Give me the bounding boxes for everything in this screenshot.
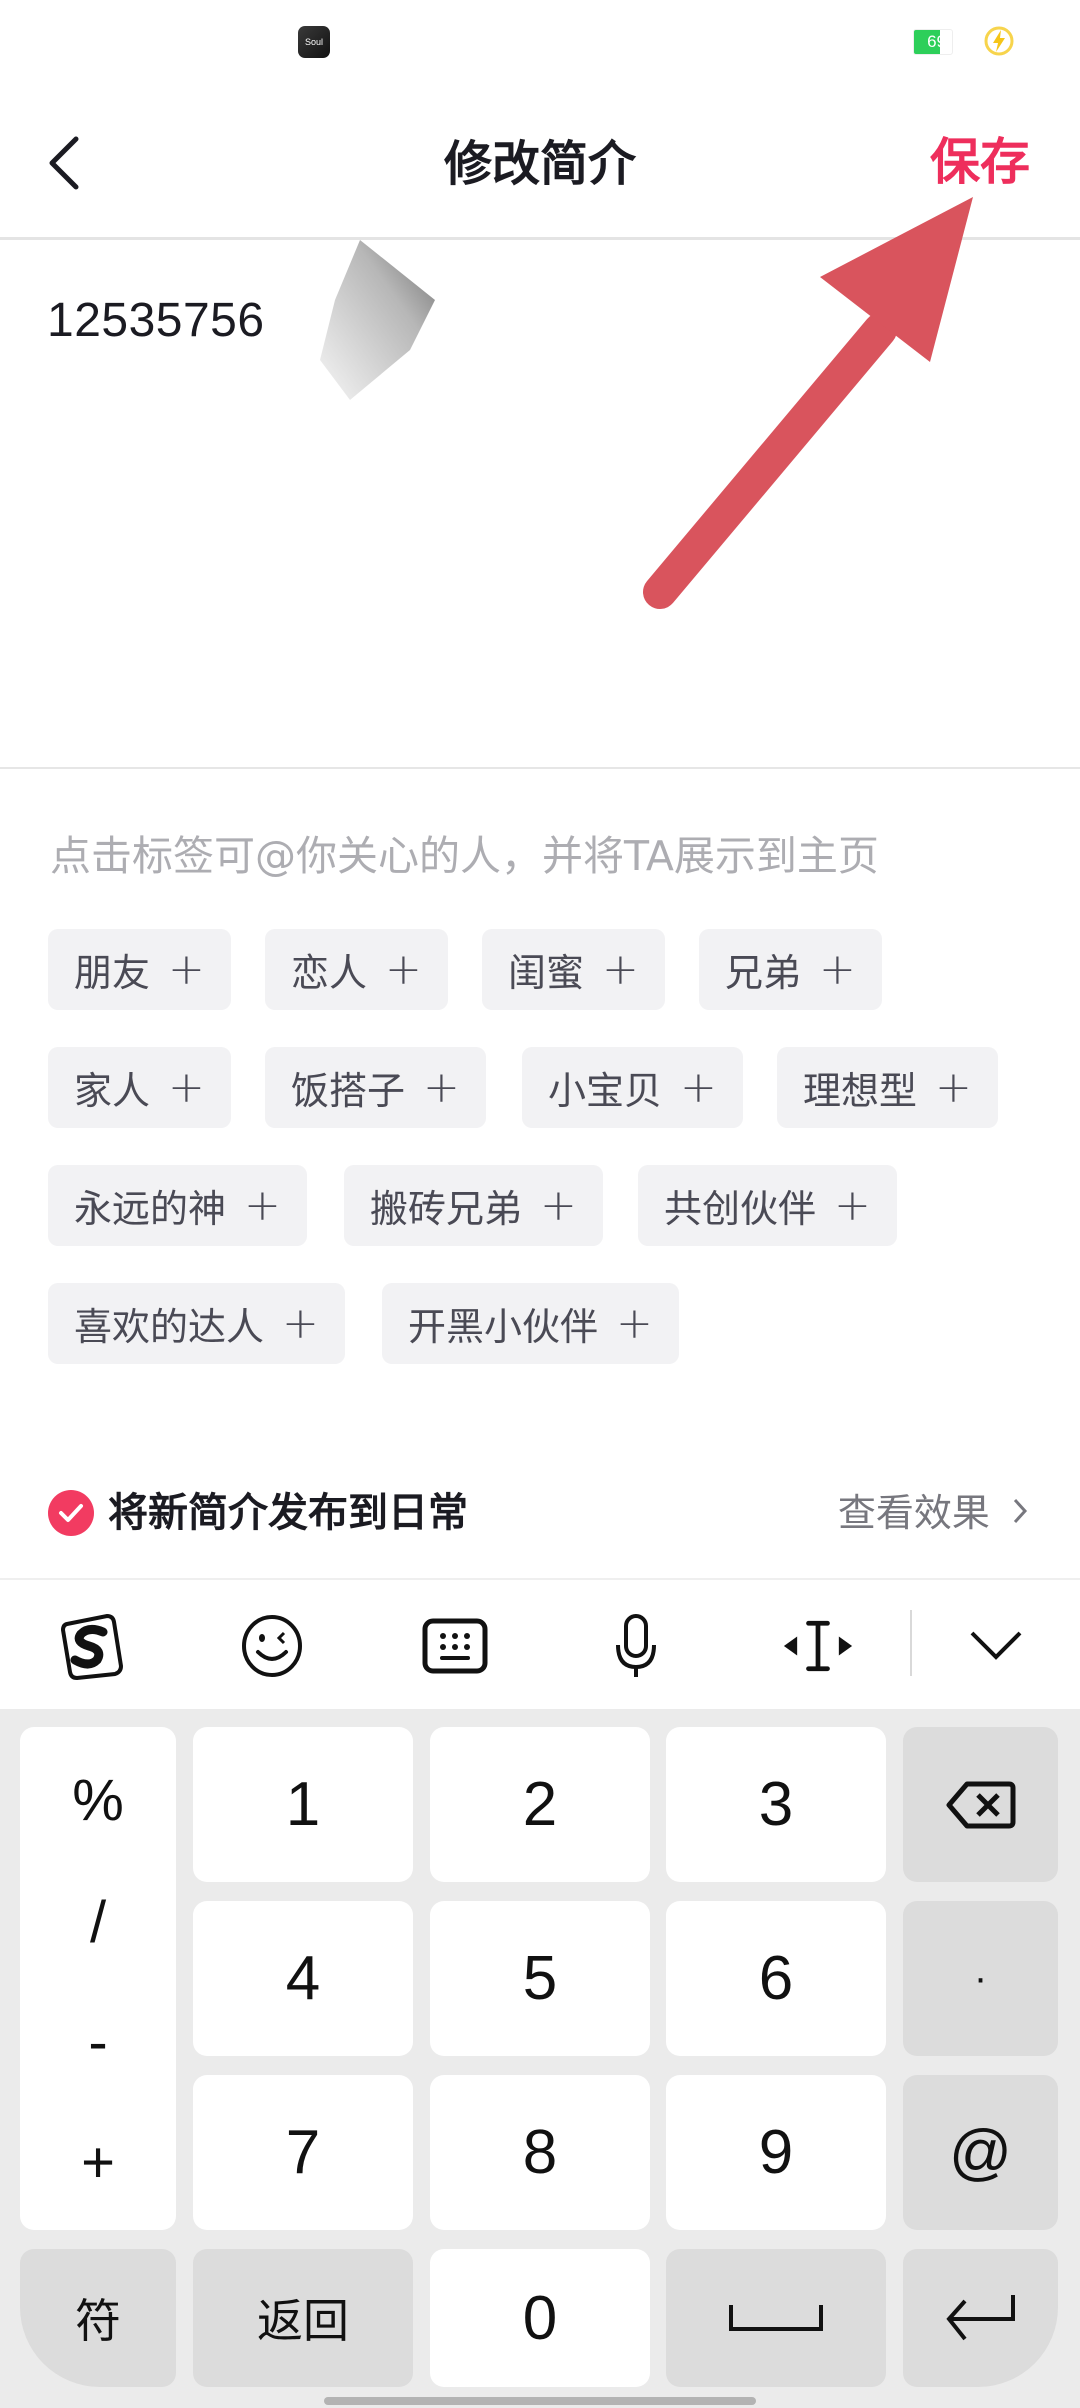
tag-chip[interactable]: 兄弟 + <box>699 929 882 1010</box>
backspace-key[interactable] <box>903 1727 1058 1882</box>
enter-key[interactable] <box>903 2249 1058 2387</box>
tag-chip[interactable]: 喜欢的达人 + <box>48 1283 345 1364</box>
plus-icon: + <box>935 1061 972 1113</box>
tag-label: 理想型 <box>803 1069 918 1113</box>
tag-chip[interactable]: 永远的神 + <box>48 1165 307 1246</box>
chevron-right-icon <box>1012 1485 1028 1541</box>
view-effect-label: 查看效果 <box>837 1491 990 1535</box>
tags-hint: 点击标签可@你关心的人，并将TA展示到主页 <box>50 832 879 880</box>
tag-chip[interactable]: 开黑小伙伴 + <box>382 1283 679 1364</box>
tag-label: 喜欢的达人 <box>74 1305 265 1349</box>
key-6[interactable]: 6 <box>666 1901 886 2056</box>
key-at[interactable]: @ <box>903 2075 1058 2230</box>
tag-chip[interactable]: 朋友 + <box>48 929 231 1010</box>
key-2[interactable]: 2 <box>430 1727 650 1882</box>
key-dot[interactable]: · <box>903 1901 1058 2056</box>
checkmark-icon <box>59 1504 83 1522</box>
cursor-move-icon[interactable] <box>782 1610 854 1682</box>
plus-icon: + <box>540 1179 577 1231</box>
plus-icon: + <box>616 1297 653 1349</box>
enter-icon <box>945 2295 1015 2341</box>
space-key[interactable] <box>666 2249 886 2387</box>
plus-icon: + <box>282 1297 319 1349</box>
tag-label: 饭搭子 <box>291 1069 406 1113</box>
plus-icon: + <box>680 1061 717 1113</box>
tag-label: 家人 <box>74 1069 151 1113</box>
tag-label: 闺蜜 <box>508 951 585 995</box>
emoji-icon[interactable] <box>236 1610 308 1682</box>
key-8[interactable]: 8 <box>430 2075 650 2230</box>
key-1[interactable]: 1 <box>193 1727 413 1882</box>
symbols-key[interactable]: 符 <box>20 2249 176 2387</box>
publish-label: 将新简介发布到日常 <box>108 1490 468 1536</box>
key-0[interactable]: 0 <box>430 2249 650 2387</box>
key-9[interactable]: 9 <box>666 2075 886 2230</box>
sogou-logo-icon[interactable] <box>55 1610 127 1682</box>
microphone-icon[interactable] <box>600 1610 672 1682</box>
tag-label: 搬砖兄弟 <box>370 1187 523 1231</box>
plus-icon: + <box>168 943 205 995</box>
toolbar-separator <box>910 1610 912 1676</box>
tag-label: 共创伙伴 <box>664 1187 817 1231</box>
tag-chip[interactable]: 闺蜜 + <box>482 929 665 1010</box>
key-minus[interactable]: - <box>20 2009 176 2076</box>
key-4[interactable]: 4 <box>193 1901 413 2056</box>
key-plus[interactable]: + <box>20 2129 176 2196</box>
key-slash[interactable]: / <box>20 1889 176 1956</box>
space-icon <box>729 2305 823 2331</box>
tag-label: 兄弟 <box>725 951 802 995</box>
key-percent[interactable]: % <box>20 1767 176 1834</box>
plus-icon: + <box>244 1179 281 1231</box>
tag-label: 开黑小伙伴 <box>408 1305 599 1349</box>
view-effect-link[interactable]: 查看效果 <box>838 1485 1028 1541</box>
backspace-icon <box>946 1781 1015 1828</box>
tag-chip[interactable]: 理想型 + <box>777 1047 998 1128</box>
tag-chip[interactable]: 家人 + <box>48 1047 231 1128</box>
tag-chip[interactable]: 饭搭子 + <box>265 1047 486 1128</box>
tag-chip[interactable]: 搬砖兄弟 + <box>344 1165 603 1246</box>
plus-icon: + <box>385 943 422 995</box>
tag-label: 永远的神 <box>74 1187 227 1231</box>
key-5[interactable]: 5 <box>430 1901 650 2056</box>
plus-icon: + <box>834 1179 871 1231</box>
plus-icon: + <box>602 943 639 995</box>
tag-label: 小宝贝 <box>548 1069 663 1113</box>
tag-label: 恋人 <box>291 951 368 995</box>
plus-icon: + <box>168 1061 205 1113</box>
home-indicator[interactable] <box>324 2397 756 2405</box>
collapse-chevron-icon[interactable] <box>960 1610 1032 1682</box>
bio-divider <box>0 767 1080 769</box>
keyboard-icon[interactable] <box>419 1610 491 1682</box>
tag-label: 朋友 <box>74 951 151 995</box>
keyboard-toolbar <box>0 1578 1080 1711</box>
plus-icon: + <box>423 1061 460 1113</box>
plus-icon: + <box>819 943 856 995</box>
tag-chip[interactable]: 共创伙伴 + <box>638 1165 897 1246</box>
key-3[interactable]: 3 <box>666 1727 886 1882</box>
symbol-column[interactable]: % / - + <box>20 1727 176 2230</box>
annotation-arrow <box>643 197 973 609</box>
numeric-keyboard: % / - + 1 2 3 4 5 6 · 7 8 9 @ 符 返回 0 <box>0 1709 1080 2408</box>
tag-chip[interactable]: 小宝贝 + <box>522 1047 743 1128</box>
tag-chip[interactable]: 恋人 + <box>265 929 448 1010</box>
publish-checkbox[interactable] <box>48 1490 94 1536</box>
back-key[interactable]: 返回 <box>193 2249 413 2387</box>
key-7[interactable]: 7 <box>193 2075 413 2230</box>
